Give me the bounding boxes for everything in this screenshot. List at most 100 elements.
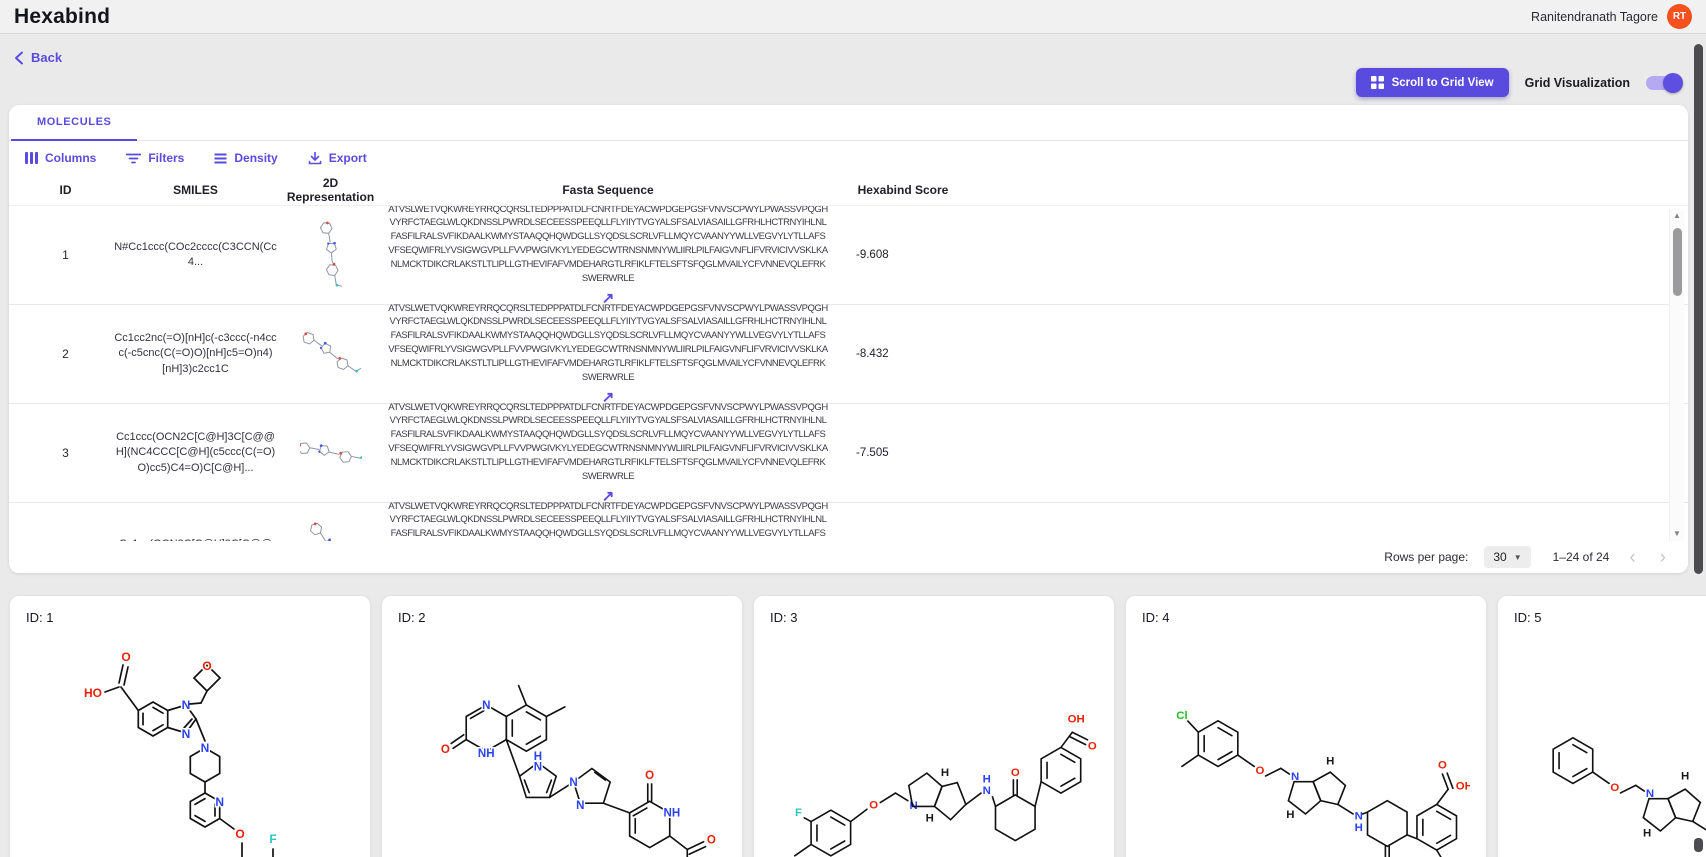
export-label: Export xyxy=(328,151,367,165)
svg-text:N: N xyxy=(182,698,191,712)
svg-text:H: H xyxy=(1643,828,1651,840)
column-header-2d[interactable]: 2D Representation xyxy=(283,176,378,204)
cell-fasta-sequence: ATVSLWETVQKWREYRRQCQRSLTEDPPPATDLFCNRTFD… xyxy=(388,500,828,540)
molecule-card-label: ID: 1 xyxy=(26,610,54,625)
view-controls: Scroll to Grid View Grid Visualization xyxy=(1355,68,1683,97)
grid-icon xyxy=(1370,76,1384,89)
svg-text:O: O xyxy=(1011,767,1020,779)
svg-text:F: F xyxy=(269,832,276,846)
previous-page-button[interactable]: ‹ xyxy=(1625,548,1639,567)
back-button[interactable]: Back xyxy=(14,50,62,65)
table-row[interactable]: 3 Cc1ccc(OCN2C[C@H]3C[C@@H](NC4CCC[C@H](… xyxy=(9,401,1688,505)
columns-icon xyxy=(25,152,38,164)
back-label: Back xyxy=(31,50,63,65)
tab-molecules[interactable]: MOLECULES xyxy=(11,105,138,141)
export-button[interactable]: Export xyxy=(308,151,367,165)
svg-text:H: H xyxy=(941,767,949,779)
svg-text:O: O xyxy=(645,770,654,782)
filters-label: Filters xyxy=(148,151,185,165)
molecule-card[interactable]: ID: 2 N NH O H N N N O NH O xyxy=(381,595,743,857)
svg-text:H: H xyxy=(1326,756,1334,768)
svg-text:H: H xyxy=(1355,822,1363,834)
table-row[interactable]: 4 Cc1cc(OCN2C[C@H]3C[C@@H] ATVSLWETVQKWR… xyxy=(9,500,1688,541)
scrollbar-thumb[interactable] xyxy=(1672,228,1682,296)
molecule-structure-5: O N H H N H O xyxy=(1552,736,1706,841)
scroll-to-grid-view-label: Scroll to Grid View xyxy=(1391,76,1494,89)
window-scrollbar[interactable] xyxy=(1694,44,1703,574)
cell-smiles: N#Cc1ccc(COc2cccc(C3CCN(Cc4... xyxy=(114,240,277,268)
user-avatar[interactable]: RT xyxy=(1667,4,1692,29)
molecule-card-label: ID: 2 xyxy=(398,610,426,625)
svg-text:Cl: Cl xyxy=(1176,710,1187,722)
cell-smiles: Cc1cc2nc(=O)[nH]c(-c3ccc(-n4ccc(-c5cnc(C… xyxy=(114,331,277,375)
svg-text:OH: OH xyxy=(1068,714,1085,726)
scroll-up-icon[interactable]: ▲ xyxy=(1673,209,1681,223)
scroll-to-grid-view-button[interactable]: Scroll to Grid View xyxy=(1355,68,1509,97)
svg-text:O: O xyxy=(869,799,878,811)
cell-hexabind-score: -8.432 xyxy=(856,348,889,360)
svg-text:N: N xyxy=(1355,811,1363,823)
rows-per-page-select[interactable]: 30 ▼ xyxy=(1484,546,1531,568)
svg-text:NH: NH xyxy=(478,748,495,760)
molecule-card[interactable]: ID: 5 O N H H N xyxy=(1497,595,1706,857)
app-title: Hexabind xyxy=(14,4,111,28)
svg-text:O: O xyxy=(121,650,130,664)
molecule-card-label: ID: 5 xyxy=(1514,610,1542,625)
export-download-icon xyxy=(308,152,322,165)
svg-text:H: H xyxy=(1681,771,1689,783)
column-header-id[interactable]: ID xyxy=(23,183,108,197)
cell-id: 2 xyxy=(62,347,69,361)
table-scrollbar[interactable]: ▲ ▼ xyxy=(1669,209,1684,541)
cell-hexabind-score: -9.608 xyxy=(856,249,889,261)
cell-fasta-sequence: ATVSLWETVQKWREYRRQCQRSLTEDPPPATDLFCNRTFD… xyxy=(388,401,828,482)
molecule-card[interactable]: ID: 4 Cl O N H H N H O O xyxy=(1125,595,1487,857)
columns-button[interactable]: Columns xyxy=(25,151,96,165)
app-header: Hexabind Ranitendranath Tagore RT xyxy=(0,0,1706,34)
grid-visualization-section: ID: 1 O HO N N O N N O F ID: 2 N NH O H … xyxy=(9,595,1706,857)
user-name: Ranitendranath Tagore xyxy=(1531,9,1658,24)
rows-per-page-value: 30 xyxy=(1493,550,1507,564)
table-row[interactable]: 2 Cc1cc2nc(=O)[nH]c(-c3ccc(-n4ccc(-c5cnc… xyxy=(9,302,1688,406)
svg-text:N: N xyxy=(534,761,542,773)
svg-text:O: O xyxy=(1088,740,1097,752)
svg-text:N: N xyxy=(569,777,577,789)
svg-text:O: O xyxy=(441,744,450,756)
cell-id: 3 xyxy=(62,446,69,460)
grid-visualization-label: Grid Visualization xyxy=(1524,75,1630,90)
next-page-button[interactable]: › xyxy=(1656,548,1670,567)
cell-hexabind-score: -7.505 xyxy=(856,447,889,459)
table-row[interactable]: 1 N#Cc1ccc(COc2cccc(C3CCN(Cc4... ATVSLWE… xyxy=(9,206,1688,307)
molecule-2d-thumbnail xyxy=(283,319,378,389)
svg-text:O: O xyxy=(707,835,716,847)
density-label: Density xyxy=(234,151,278,165)
grid-visualization-toggle[interactable] xyxy=(1646,72,1683,93)
molecule-structure-1: O HO N N O N N O F xyxy=(83,649,278,857)
svg-text:N: N xyxy=(983,785,991,797)
column-header-score[interactable]: Hexabind Score xyxy=(838,183,968,197)
svg-text:H: H xyxy=(983,774,991,786)
filters-button[interactable]: Filters xyxy=(126,151,184,165)
table-toolbar: Columns Filters Density Export xyxy=(9,141,1688,175)
column-header-fasta[interactable]: Fasta Sequence xyxy=(378,183,838,197)
molecule-2d-thumbnail xyxy=(283,220,378,290)
molecule-2d-thumbnail xyxy=(283,517,378,541)
molecule-card[interactable]: ID: 3 F O N H H H N O OH O xyxy=(753,595,1115,857)
tab-bar: MOLECULES xyxy=(9,105,1688,141)
cell-smiles: Cc1ccc(OCN2C[C@H]3C[C@@H](NC4CCC[C@H](c5… xyxy=(115,430,276,474)
density-button[interactable]: Density xyxy=(214,151,278,165)
svg-text:H: H xyxy=(926,813,934,825)
cell-fasta-sequence: ATVSLWETVQKWREYRRQCQRSLTEDPPPATDLFCNRTFD… xyxy=(388,302,828,383)
chevron-left-icon xyxy=(15,51,23,64)
caret-down-icon: ▼ xyxy=(1513,552,1522,562)
svg-text:N: N xyxy=(576,800,584,812)
svg-text:O: O xyxy=(235,827,244,841)
svg-text:HO: HO xyxy=(84,686,102,700)
scroll-down-icon[interactable]: ▼ xyxy=(1673,527,1681,541)
column-header-smiles[interactable]: SMILES xyxy=(108,183,283,197)
toggle-thumb xyxy=(1663,72,1683,93)
molecule-card-label: ID: 4 xyxy=(1142,610,1170,625)
svg-text:H: H xyxy=(1286,809,1294,821)
svg-text:O: O xyxy=(202,659,211,673)
svg-text:OH: OH xyxy=(1456,780,1470,792)
molecule-card[interactable]: ID: 1 O HO N N O N N O F xyxy=(9,595,371,857)
